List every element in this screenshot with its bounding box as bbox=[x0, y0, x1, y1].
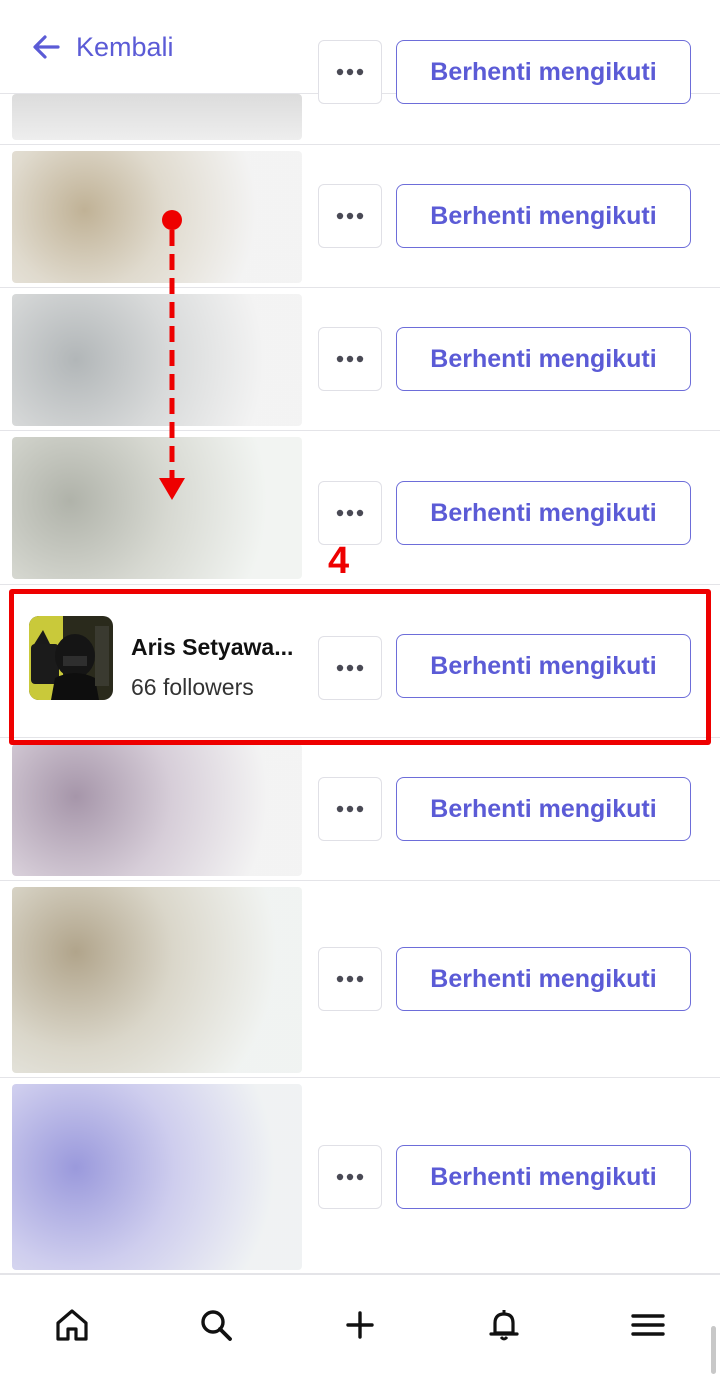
more-horizontal-icon bbox=[336, 664, 364, 672]
list-item: Berhenti mengikuti bbox=[0, 40, 720, 145]
list-item: Berhenti mengikuti bbox=[0, 881, 720, 1078]
unfollow-button[interactable]: Berhenti mengikuti bbox=[396, 481, 691, 545]
unfollow-button[interactable]: Berhenti mengikuti bbox=[396, 947, 691, 1011]
list-item: Berhenti mengikuti bbox=[0, 1078, 720, 1274]
more-options-button[interactable] bbox=[318, 40, 382, 104]
back-label: Kembali bbox=[76, 31, 174, 62]
more-horizontal-icon bbox=[336, 975, 364, 983]
more-options-button[interactable] bbox=[318, 184, 382, 248]
more-options-button[interactable] bbox=[318, 1145, 382, 1209]
scroll-down-arrow-icon bbox=[159, 210, 185, 500]
more-horizontal-icon bbox=[336, 509, 364, 517]
unfollow-button[interactable]: Berhenti mengikuti bbox=[396, 634, 691, 698]
bell-icon bbox=[489, 1310, 519, 1341]
menu-icon bbox=[631, 1314, 665, 1336]
more-horizontal-icon bbox=[336, 355, 364, 363]
more-options-button[interactable] bbox=[318, 777, 382, 841]
unfollow-button[interactable]: Berhenti mengikuti bbox=[396, 777, 691, 841]
more-horizontal-icon bbox=[336, 1173, 364, 1181]
more-horizontal-icon bbox=[336, 805, 364, 813]
step-number: 4 bbox=[328, 540, 350, 582]
search-icon bbox=[201, 1310, 232, 1341]
more-options-button[interactable] bbox=[318, 947, 382, 1011]
unfollow-button[interactable]: Berhenti mengikuti bbox=[396, 327, 691, 391]
back-button[interactable]: Kembali bbox=[30, 30, 174, 64]
list-item: Berhenti mengikuti bbox=[0, 738, 720, 881]
avatar[interactable] bbox=[29, 616, 113, 700]
more-horizontal-icon bbox=[336, 212, 364, 220]
unfollow-button[interactable]: Berhenti mengikuti bbox=[396, 1145, 691, 1209]
more-horizontal-icon bbox=[336, 68, 364, 76]
user-name[interactable]: Aris Setyawa... bbox=[131, 634, 301, 661]
nav-create[interactable] bbox=[340, 1305, 380, 1345]
blurred-user-info bbox=[12, 94, 302, 140]
unfollow-button[interactable]: Berhenti mengikuti bbox=[396, 184, 691, 248]
list-item: Berhenti mengikuti bbox=[0, 145, 720, 288]
arrow-left-icon bbox=[33, 35, 60, 59]
scrollbar-thumb[interactable] bbox=[711, 1326, 716, 1374]
unfollow-button[interactable]: Berhenti mengikuti bbox=[396, 40, 691, 104]
follower-count: 66 followers bbox=[131, 674, 254, 700]
list-item: Berhenti mengikuti bbox=[0, 431, 720, 585]
avatar-image bbox=[29, 616, 113, 700]
nav-home[interactable] bbox=[52, 1305, 92, 1345]
plus-icon bbox=[346, 1311, 374, 1339]
more-options-button[interactable] bbox=[318, 636, 382, 700]
blurred-user-info bbox=[12, 744, 302, 876]
blurred-user-info bbox=[12, 887, 302, 1073]
nav-search[interactable] bbox=[196, 1305, 236, 1345]
more-options-button[interactable] bbox=[318, 481, 382, 545]
blurred-user-info bbox=[12, 1084, 302, 1270]
list-item-highlighted: Aris Setyawa... 66 followers Berhenti me… bbox=[0, 585, 720, 738]
nav-menu[interactable] bbox=[628, 1305, 668, 1345]
home-icon bbox=[56, 1309, 88, 1341]
nav-notifications[interactable] bbox=[484, 1305, 524, 1345]
list-item: Berhenti mengikuti bbox=[0, 288, 720, 431]
more-options-button[interactable] bbox=[318, 327, 382, 391]
bottom-navigation bbox=[0, 1274, 720, 1379]
